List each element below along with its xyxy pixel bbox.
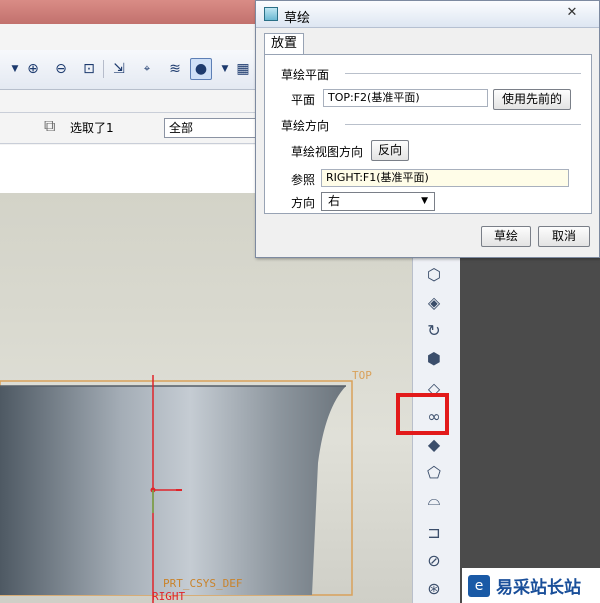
revolve-icon[interactable]: ◈: [421, 290, 447, 314]
selection-count: 选取了1: [70, 121, 114, 135]
direction-dropdown[interactable]: 右 ▼: [321, 192, 435, 211]
orientation-group-label: 草绘方向: [281, 119, 330, 133]
direction-label: 方向: [291, 196, 316, 210]
toolbar-separator: [103, 60, 104, 78]
merge-icon[interactable]: ⊘: [421, 548, 447, 572]
layers-icon[interactable]: ≋: [164, 58, 186, 80]
selection-filter-dropdown[interactable]: 全部: [164, 118, 256, 138]
right-plane-label: RIGHT: [152, 590, 185, 603]
direction-value: 右: [328, 194, 341, 208]
blend-icon[interactable]: ⬢: [421, 346, 447, 370]
extrude-icon[interactable]: ⬡: [421, 262, 447, 286]
sweep-icon[interactable]: ↻: [421, 318, 447, 342]
refit-icon[interactable]: ⊡: [78, 58, 100, 80]
display-style-icon[interactable]: ●: [190, 58, 212, 80]
group-divider: [345, 124, 581, 125]
top-plane-label: TOP: [352, 369, 372, 382]
placement-panel: 草绘平面 平面 TOP:F2(基准平面) 使用先前的 草绘方向 草绘视图方向 反…: [264, 54, 592, 214]
use-previous-button[interactable]: 使用先前的: [493, 89, 571, 110]
csys-label: PRT_CSYS_DEF: [163, 577, 242, 590]
zoom-out-icon[interactable]: ⊖: [50, 58, 72, 80]
saved-views-icon[interactable]: ⌖: [136, 58, 158, 80]
view-direction-label: 草绘视图方向: [291, 145, 364, 159]
zoom-in-icon[interactable]: ⊕: [22, 58, 44, 80]
sketch-ok-button[interactable]: 草绘: [481, 226, 531, 247]
boundary-blend-icon[interactable]: ⬠: [421, 460, 447, 484]
watermark-logo: e: [468, 574, 490, 597]
flip-button[interactable]: 反向: [371, 140, 409, 161]
intersect-icon[interactable]: ⊛: [421, 576, 447, 600]
watermark-text: 易采站长站: [496, 578, 581, 598]
view-toolbar: ▼ ⊕ ⊖ ⊡ ⇲ ⌖ ≋ ● ▼ ▦: [0, 50, 256, 90]
reference-label: 参照: [291, 173, 316, 187]
trim-icon[interactable]: ⊐: [421, 520, 447, 544]
dark-background: [460, 256, 600, 603]
plane-field[interactable]: TOP:F2(基准平面): [323, 89, 488, 107]
site-watermark: e 易采站长站: [462, 568, 600, 603]
reference-field[interactable]: RIGHT:F1(基准平面): [321, 169, 569, 187]
mirror-icon[interactable]: ◆: [421, 432, 447, 456]
reorient-icon[interactable]: ⇲: [108, 58, 130, 80]
sketch-dialog: 草绘 ✕ 放置 草绘平面 平面 TOP:F2(基准平面) 使用先前的 草绘方向 …: [255, 0, 600, 258]
group-divider: [345, 73, 581, 74]
chevron-down-icon: ▼: [421, 196, 428, 206]
dialog-app-icon: [264, 7, 278, 21]
close-icon[interactable]: ✕: [552, 3, 592, 21]
highlight-box: [396, 393, 449, 435]
fill-icon[interactable]: ⌓: [421, 488, 447, 512]
plane-label: 平面: [291, 93, 316, 107]
dialog-title-bar[interactable]: 草绘 ✕: [256, 1, 599, 28]
message-area: [0, 145, 256, 193]
sketch-plane-group-label: 草绘平面: [281, 68, 330, 82]
dialog-title: 草绘: [284, 11, 311, 26]
tab-placement[interactable]: 放置: [264, 33, 304, 55]
cancel-button[interactable]: 取消: [538, 226, 590, 247]
model-tree-icon[interactable]: ▦: [232, 58, 254, 80]
selection-status-icon: ⧉: [44, 116, 56, 135]
